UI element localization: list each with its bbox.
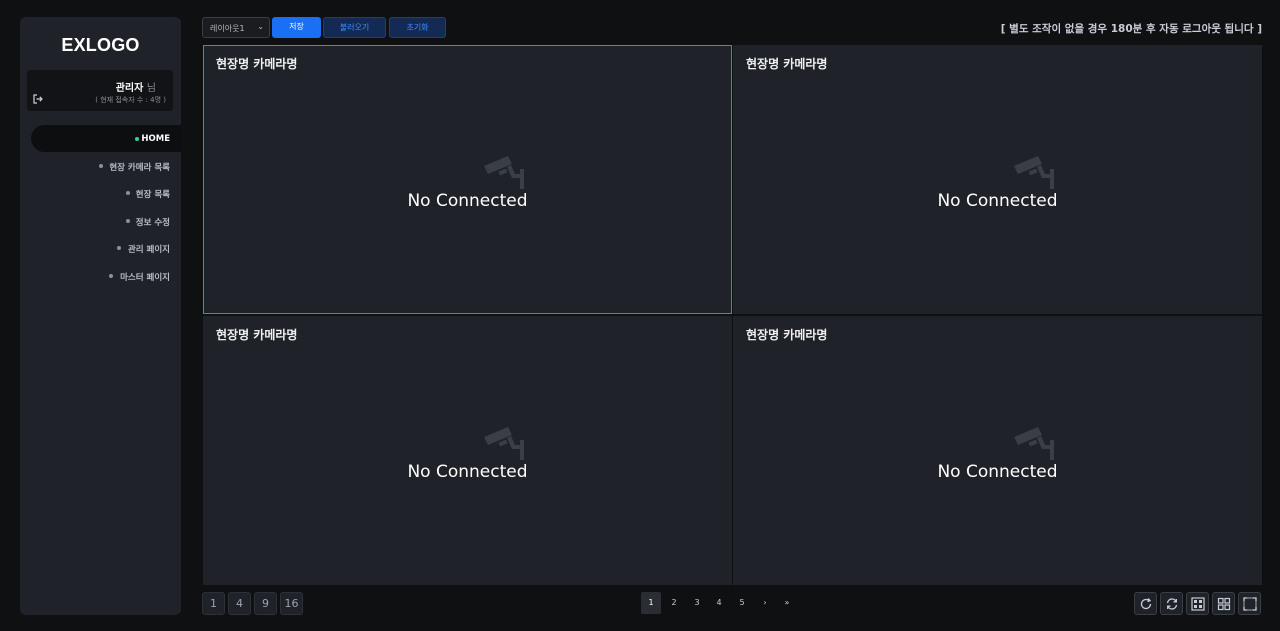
sidebar-item-admin[interactable]: 관리 페이지 [20,234,181,261]
connection-status: No Connected [407,462,528,482]
user-name-suffix: 님 [146,83,156,94]
sidebar-item-label: 관리 페이지 [127,245,170,256]
nav-dot [126,191,130,196]
sidebar: EXLOGO 관리자 님 ( 현재 접속자 수 : 4명 ) HOME 현장 카… [20,17,181,615]
auto-refresh-button[interactable] [1160,592,1183,615]
layout-grid-9-button[interactable] [1186,592,1209,615]
connection-status: No Connected [937,462,1058,482]
page-5[interactable]: 5 [732,592,752,614]
sidebar-item-label: HOME [141,134,170,144]
nav-dot [135,137,139,141]
refresh-icon [1140,598,1152,610]
sidebar-item-label: 현장 목록 [135,190,170,201]
camera-cell[interactable]: 현장명 카메라명 No Connected [733,316,1262,585]
camera-title: 현장명 카메라명 [746,328,828,342]
reset-button[interactable]: 초기화 [389,17,446,38]
next-page-button[interactable]: › [755,592,775,614]
camera-title: 현장명 카메라명 [216,57,298,71]
page-3[interactable]: 3 [687,592,707,614]
layout-grid-4-button[interactable] [1212,592,1235,615]
camera-title: 현장명 카메라명 [746,57,828,71]
cctv-icon [484,427,524,460]
user-name-text: 관리자 [115,83,144,94]
sidebar-item-label: 정보 수정 [135,217,170,228]
auto-refresh-icon [1166,598,1178,610]
connection-status: No Connected [937,191,1058,211]
save-button[interactable]: 저장 [272,17,321,38]
layout-16-button[interactable]: 16 [280,592,303,615]
cctv-icon [1014,427,1054,460]
layout-select-value: 레이아웃1 [210,24,245,33]
fullscreen-button[interactable] [1238,592,1261,615]
sidebar-item-home[interactable]: HOME [31,125,181,152]
layout-select[interactable]: 레이아웃1 ⌄ [202,17,270,38]
chevron-down-icon: ⌄ [257,22,264,31]
sidebar-item-label: 마스터 페이지 [120,272,170,283]
camera-cell[interactable]: 현장명 카메라명 No Connected [203,316,732,585]
auto-logout-notice: [ 별도 조작이 없을 경우 180분 후 자동 로그아웃 됩니다 ] [1000,23,1262,35]
layout-9-button[interactable]: 9 [254,592,277,615]
nav-dot [109,273,113,278]
sidebar-nav: HOME 현장 카메라 목록 현장 목록 정보 수정 관리 페이지 마스터 페이… [20,125,181,289]
load-button[interactable]: 불러오기 [323,17,386,38]
camera-title: 현장명 카메라명 [216,328,298,342]
user-box: 관리자 님 ( 현재 접속자 수 : 4명 ) [27,70,173,111]
nav-dot [126,218,130,223]
camera-cell[interactable]: 현장명 카메라명 No Connected [733,45,1262,314]
user-name: 관리자 님 [116,79,156,94]
connection-status: No Connected [407,191,528,211]
layout-4-button[interactable]: 4 [228,592,251,615]
page-4[interactable]: 4 [709,592,729,614]
connected-users: ( 현재 접속자 수 : 4명 ) [95,96,166,104]
sidebar-item-site-list[interactable]: 현장 목록 [20,179,181,206]
layout-grid-4-icon [1217,597,1231,611]
camera-grid: 현장명 카메라명 No Connected 현장명 카메라명 No Connec… [202,44,1262,585]
nav-dot [117,246,121,251]
last-page-button[interactable]: » [777,592,797,614]
logo: EXLOGO [61,35,140,55]
cctv-icon [484,156,524,189]
cctv-icon [1014,156,1054,189]
refresh-button[interactable] [1134,592,1157,615]
page-1[interactable]: 1 [641,592,661,614]
logout-icon[interactable] [33,94,43,104]
page-2[interactable]: 2 [664,592,684,614]
sidebar-item-edit-info[interactable]: 정보 수정 [20,207,181,234]
layout-1-button[interactable]: 1 [202,592,225,615]
sidebar-item-camera-list[interactable]: 현장 카메라 목록 [20,152,181,179]
sidebar-item-master[interactable]: 마스터 페이지 [20,262,181,289]
camera-cell[interactable]: 현장명 카메라명 No Connected [203,45,732,314]
nav-dot [99,164,103,168]
layout-grid-9-icon [1191,597,1205,611]
fullscreen-icon [1243,597,1257,611]
sidebar-item-label: 현장 카메라 목록 [109,163,170,173]
